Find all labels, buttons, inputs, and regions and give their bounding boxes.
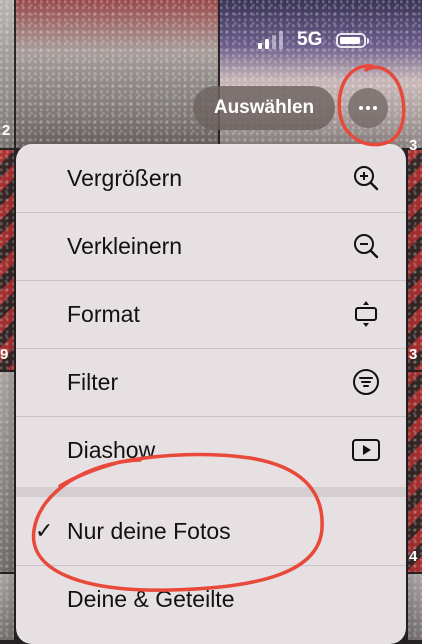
battery-level <box>340 36 361 44</box>
more-options-button[interactable] <box>348 88 388 128</box>
tile-index: 2 <box>2 122 11 139</box>
network-type: 5G <box>297 29 323 50</box>
menu-item-slideshow[interactable]: Diashow <box>16 416 406 484</box>
photo-thumbnail[interactable] <box>408 372 422 572</box>
menu-section-divider <box>16 487 406 497</box>
menu-item-zoom-in[interactable]: Vergrößern <box>16 144 406 212</box>
select-button[interactable]: Auswählen <box>193 86 335 130</box>
zoom-in-icon <box>354 166 379 191</box>
aspect-ratio-icon <box>355 301 377 327</box>
battery-icon <box>336 32 370 48</box>
cellular-signal-icon <box>258 31 283 49</box>
menu-item-zoom-out[interactable]: Verkleinern <box>16 212 406 280</box>
photo-thumbnail[interactable] <box>0 574 14 640</box>
menu-item-label: Format <box>67 300 140 327</box>
tile-index: 4 <box>409 548 418 565</box>
menu-item-yours-and-shared[interactable]: Deine & Geteilte <box>16 565 406 633</box>
checkmark-icon: ✓ <box>35 518 54 543</box>
photo-thumbnail[interactable] <box>0 150 14 370</box>
menu-item-label: Vergrößern <box>67 164 183 191</box>
menu-item-label: Deine & Geteilte <box>67 585 235 612</box>
zoom-out-icon <box>354 234 379 259</box>
photo-thumbnail[interactable] <box>408 150 422 370</box>
photo-thumbnail[interactable] <box>0 372 14 572</box>
menu-item-only-your-photos[interactable]: ✓ Nur deine Fotos <box>16 497 406 565</box>
status-bar: 5G <box>258 28 370 52</box>
menu-item-label: Filter <box>67 368 119 395</box>
tile-index: 9 <box>0 346 9 363</box>
menu-item-label: Verkleinern <box>67 232 183 259</box>
slideshow-play-icon <box>352 439 380 461</box>
photo-thumbnail[interactable] <box>16 0 218 148</box>
menu-item-filter[interactable]: Filter <box>16 348 406 416</box>
filter-icon <box>353 369 379 395</box>
menu-item-format[interactable]: Format <box>16 280 406 348</box>
menu-item-label: Nur deine Fotos <box>67 517 231 544</box>
tile-index: 3 <box>409 346 418 363</box>
photo-thumbnail[interactable] <box>408 574 422 640</box>
context-menu: Vergrößern Verkleinern Format Filter Dia… <box>16 144 406 644</box>
menu-item-label: Diashow <box>67 436 156 463</box>
ellipsis-icon <box>359 106 377 110</box>
tile-index: 3 <box>409 137 418 154</box>
